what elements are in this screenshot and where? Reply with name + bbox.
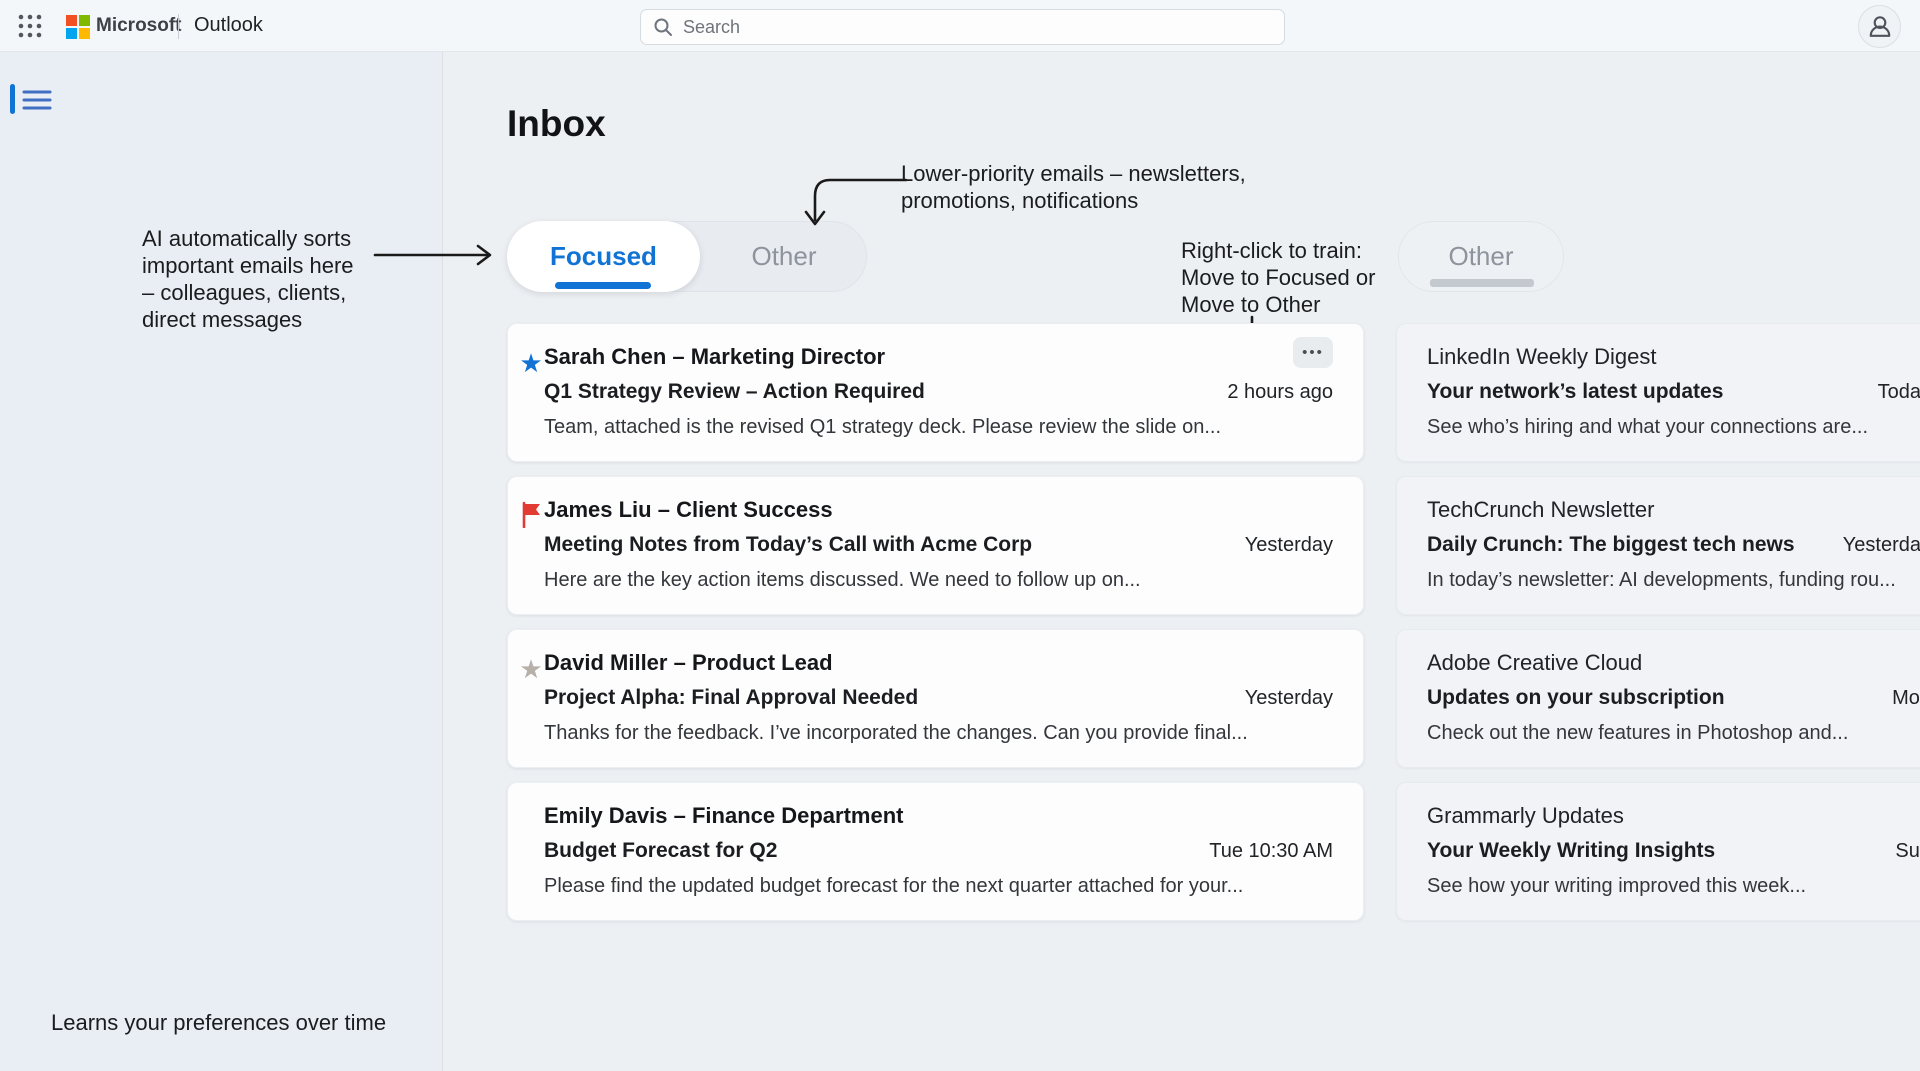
product-name: Outlook [194, 14, 263, 37]
left-sidebar [0, 52, 443, 1071]
email-preview: In today’s newsletter: AI developments, … [1427, 563, 1920, 597]
email-time: Tue 10:30 AM [1195, 833, 1333, 869]
email-preview: Team, attached is the revised Q1 strateg… [544, 410, 1333, 444]
email-subject: Budget Forecast for Q2 [544, 833, 777, 869]
search-bar[interactable] [640, 9, 1285, 45]
microsoft-wordmark: Microsoft [96, 15, 182, 37]
account-button[interactable] [1858, 5, 1901, 48]
other-email-card[interactable]: TechCrunch Newsletter Daily Crunch: The … [1396, 476, 1920, 615]
preferences-footnote: Learns your preferences over time [51, 1010, 386, 1036]
focused-email-card[interactable]: ★ David Miller – Product Lead Project Al… [507, 629, 1364, 768]
search-input[interactable] [683, 17, 1272, 38]
email-time: Mon [1878, 680, 1920, 716]
email-subject: Q1 Strategy Review – Action Required [544, 374, 925, 410]
email-time: Sun [1881, 833, 1920, 869]
other-heading-underline [1430, 279, 1534, 287]
email-subject: Project Alpha: Final Approval Needed [544, 680, 918, 716]
menu-button[interactable] [20, 88, 54, 114]
email-preview: Please find the updated budget forecast … [544, 869, 1333, 903]
more-options-button[interactable]: ••• [1293, 337, 1333, 368]
annotation-train: Right-click to train: Move to Focused or… [1181, 237, 1421, 318]
focused-email-card[interactable]: James Liu – Client Success Meeting Notes… [507, 476, 1364, 615]
email-sender: David Miller – Product Lead [544, 646, 1333, 680]
app-launcher-button[interactable] [12, 8, 48, 44]
other-column-heading[interactable]: Other [1398, 221, 1564, 292]
email-time: Yesterday [1231, 680, 1333, 716]
app-launcher-grid-icon [16, 12, 44, 40]
star-icon: ★ [518, 348, 544, 378]
other-email-card[interactable]: LinkedIn Weekly Digest Your network’s la… [1396, 323, 1920, 462]
email-text: LinkedIn Weekly Digest Your network’s la… [1427, 340, 1920, 444]
annotation-arrow-to-focused [372, 242, 502, 268]
annotation-focused: AI automatically sorts important emails … [142, 225, 392, 333]
hamburger-icon [22, 88, 52, 112]
tab-focused-label: Focused [550, 241, 657, 271]
tab-other-label: Other [751, 241, 816, 271]
email-sender: LinkedIn Weekly Digest [1427, 340, 1920, 374]
nav-accent-bar [10, 84, 15, 114]
tab-focused[interactable]: Focused [507, 221, 700, 292]
other-email-card[interactable]: Adobe Creative Cloud Updates on your sub… [1396, 629, 1920, 768]
email-text: Sarah Chen – Marketing Director Q1 Strat… [544, 340, 1333, 444]
email-text: James Liu – Client Success Meeting Notes… [544, 493, 1333, 597]
focused-email-card[interactable]: Emily Davis – Finance Department Budget … [507, 782, 1364, 921]
focused-email-card[interactable]: ★ Sarah Chen – Marketing Director Q1 Str… [507, 323, 1364, 462]
email-sender: Sarah Chen – Marketing Director [544, 340, 1333, 374]
focused-active-underline [555, 282, 651, 289]
annotation-arrow-to-other [800, 168, 910, 236]
top-bar: Microsoft Outlook [0, 0, 1920, 52]
email-preview: Here are the key action items discussed.… [544, 563, 1333, 597]
outlook-focused-inbox-screen: { "topbar": { "brand": "Microsoft", "pro… [0, 0, 1920, 1071]
email-text: Adobe Creative Cloud Updates on your sub… [1427, 646, 1920, 750]
email-preview: See how your writing improved this week.… [1427, 869, 1920, 903]
email-subject: Updates on your subscription [1427, 680, 1725, 716]
email-time: Today [1864, 374, 1920, 410]
email-sender: TechCrunch Newsletter [1427, 493, 1920, 527]
brand-divider [178, 14, 179, 39]
email-text: David Miller – Product Lead Project Alph… [544, 646, 1333, 750]
email-time: Yesterday [1231, 527, 1333, 563]
email-subject: Meeting Notes from Today’s Call with Acm… [544, 527, 1032, 563]
email-preview: Thanks for the feedback. I’ve incorporat… [544, 716, 1333, 750]
email-sender: Adobe Creative Cloud [1427, 646, 1920, 680]
star-icon: ★ [518, 654, 544, 684]
email-text: TechCrunch Newsletter Daily Crunch: The … [1427, 493, 1920, 597]
page-title: Inbox [507, 103, 606, 145]
flag-icon [518, 501, 544, 534]
email-subject: Your network’s latest updates [1427, 374, 1723, 410]
email-text: Emily Davis – Finance Department Budget … [544, 799, 1333, 903]
email-time: 2 hours ago [1213, 374, 1333, 410]
email-text: Grammarly Updates Your Weekly Writing In… [1427, 799, 1920, 903]
email-sender: Emily Davis – Finance Department [544, 799, 1333, 833]
email-subject: Your Weekly Writing Insights [1427, 833, 1715, 869]
email-subject: Daily Crunch: The biggest tech news [1427, 527, 1795, 563]
email-sender: Grammarly Updates [1427, 799, 1920, 833]
person-icon [1865, 12, 1895, 42]
email-preview: See who’s hiring and what your connectio… [1427, 410, 1920, 444]
other-heading-label: Other [1448, 241, 1513, 271]
search-icon [653, 17, 673, 37]
email-sender: James Liu – Client Success [544, 493, 1333, 527]
email-preview: Check out the new features in Photoshop … [1427, 716, 1920, 750]
other-email-card[interactable]: Grammarly Updates Your Weekly Writing In… [1396, 782, 1920, 921]
email-time: Yesterday [1829, 527, 1920, 563]
microsoft-logo-icon [66, 15, 90, 39]
ellipsis-icon: ••• [1302, 344, 1324, 361]
annotation-other: Lower-priority emails – newsletters, pro… [901, 160, 1291, 214]
